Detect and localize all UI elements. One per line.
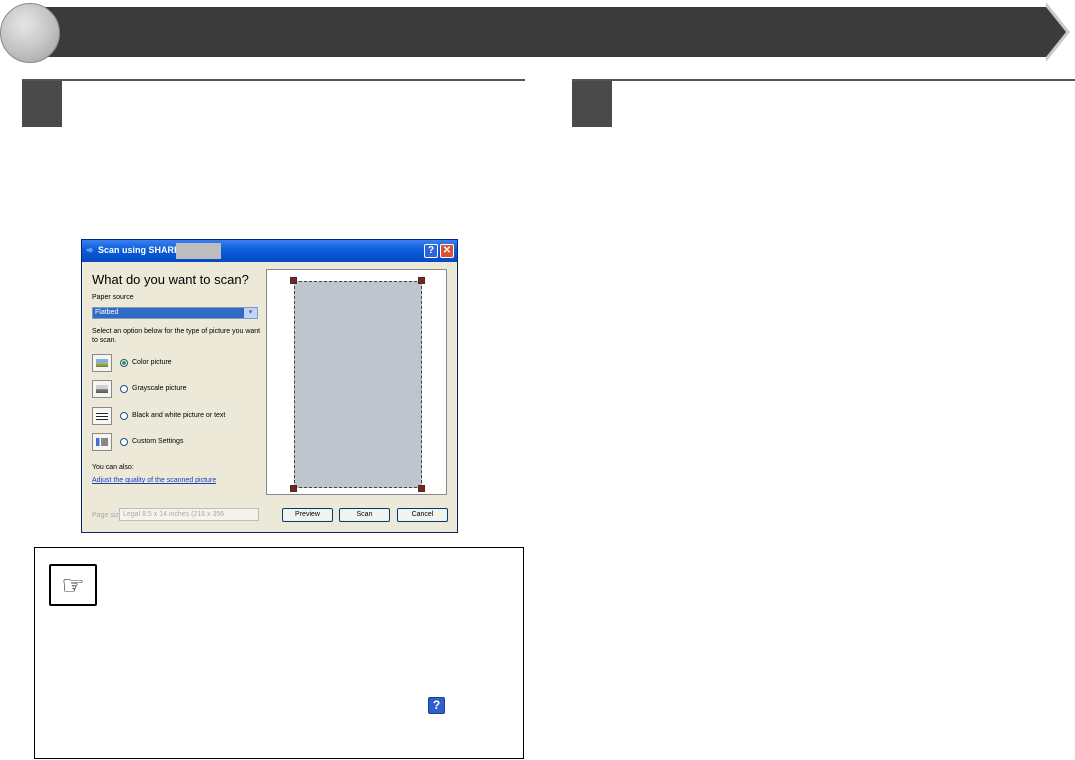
step-number-box-left — [22, 81, 62, 127]
crop-handle-top-left[interactable] — [290, 277, 297, 284]
color-picture-radio[interactable] — [120, 359, 128, 367]
step-rule-right — [572, 79, 1075, 81]
paper-source-label: Paper source — [92, 294, 134, 301]
section-header-circle — [0, 3, 60, 63]
step-rule-left — [22, 79, 525, 81]
crop-handle-bottom-right[interactable] — [418, 485, 425, 492]
section-header-arrow-inner — [1046, 7, 1066, 57]
black-white-picture-icon[interactable] — [92, 407, 112, 425]
paper-source-value: Flatbed — [93, 308, 244, 318]
option-instruction: Select an option below for the type of p… — [92, 328, 261, 344]
help-icon: ? — [428, 697, 445, 714]
color-picture-icon[interactable] — [92, 354, 112, 372]
custom-settings-icon[interactable] — [92, 433, 112, 451]
step-number-box-right — [572, 81, 612, 127]
crop-handle-bottom-left[interactable] — [290, 485, 297, 492]
custom-settings-radio[interactable] — [120, 438, 128, 446]
grayscale-picture-radio[interactable] — [120, 385, 128, 393]
dialog-title-bar[interactable]: ➾ Scan using SHARP ? ✕ — [82, 240, 457, 262]
help-button[interactable]: ? — [424, 244, 438, 258]
grayscale-picture-icon[interactable] — [92, 380, 112, 398]
color-picture-label[interactable]: Color picture — [132, 359, 172, 366]
cancel-button[interactable]: Cancel — [397, 508, 448, 522]
scan-area[interactable] — [294, 281, 422, 488]
preview-button[interactable]: Preview — [282, 508, 333, 522]
custom-settings-label[interactable]: Custom Settings — [132, 438, 183, 445]
pointing-hand-icon: ☞ — [49, 564, 97, 606]
page-size-select: Legal 8.5 x 14 inches (216 x 356 — [119, 508, 259, 521]
scan-button[interactable]: Scan — [339, 508, 390, 522]
black-white-picture-radio[interactable] — [120, 412, 128, 420]
dialog-title: Scan using SHARP — [98, 245, 181, 255]
preview-pane[interactable] — [266, 269, 447, 495]
adjust-quality-link[interactable]: Adjust the quality of the scanned pictur… — [92, 477, 216, 484]
black-white-picture-label[interactable]: Black and white picture or text — [132, 412, 225, 419]
dialog-heading: What do you want to scan? — [92, 272, 249, 287]
scanner-icon: ➾ — [86, 245, 94, 255]
grayscale-picture-label[interactable]: Grayscale picture — [132, 385, 186, 392]
redacted-model-name — [176, 243, 221, 259]
paper-source-select[interactable]: Flatbed ▾ — [92, 307, 258, 319]
scan-dialog: ➾ Scan using SHARP ? ✕ What do you want … — [81, 239, 458, 533]
chevron-down-icon[interactable]: ▾ — [244, 308, 257, 318]
you-can-also-label: You can also: — [92, 464, 134, 471]
section-header-bar — [30, 7, 1050, 57]
note-box: ☞ ? — [34, 547, 524, 759]
close-button[interactable]: ✕ — [440, 244, 454, 258]
crop-handle-top-right[interactable] — [418, 277, 425, 284]
